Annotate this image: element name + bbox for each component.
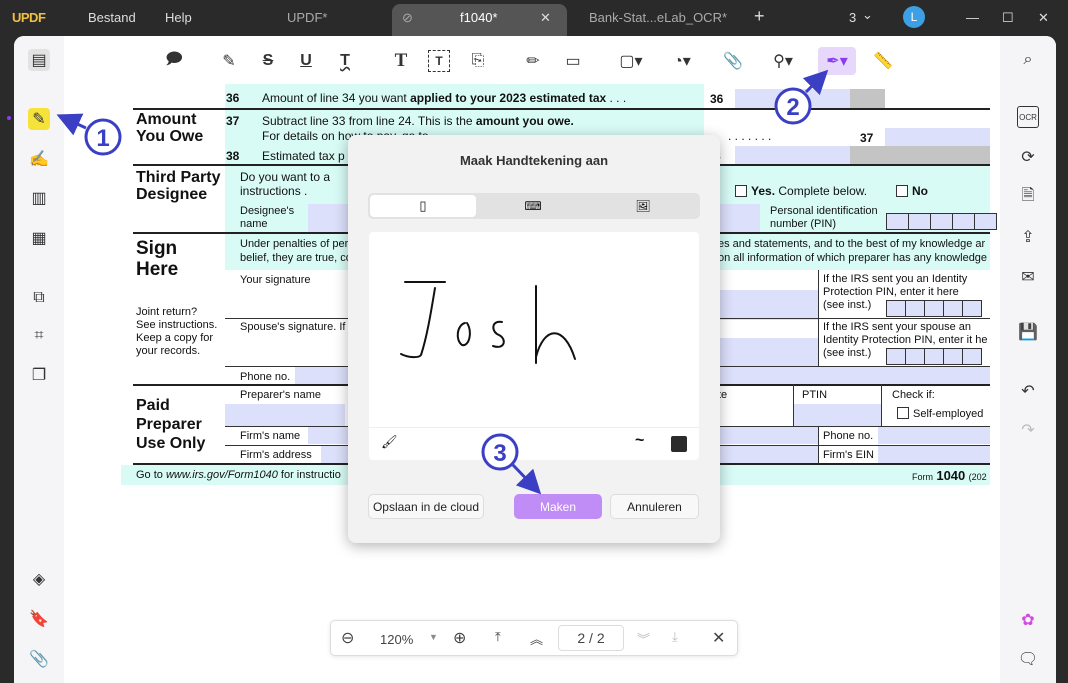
step-3-label: 3: [493, 440, 506, 467]
step-2-arrow: [802, 69, 829, 96]
tutorial-annotations: 1 2 3: [56, 69, 829, 495]
step-1-label: 1: [96, 125, 109, 152]
step-3-arrow: [511, 463, 542, 495]
step-2-label: 2: [786, 94, 799, 121]
annotation-markers: [56, 69, 829, 495]
step-1-arrow: [56, 113, 87, 136]
